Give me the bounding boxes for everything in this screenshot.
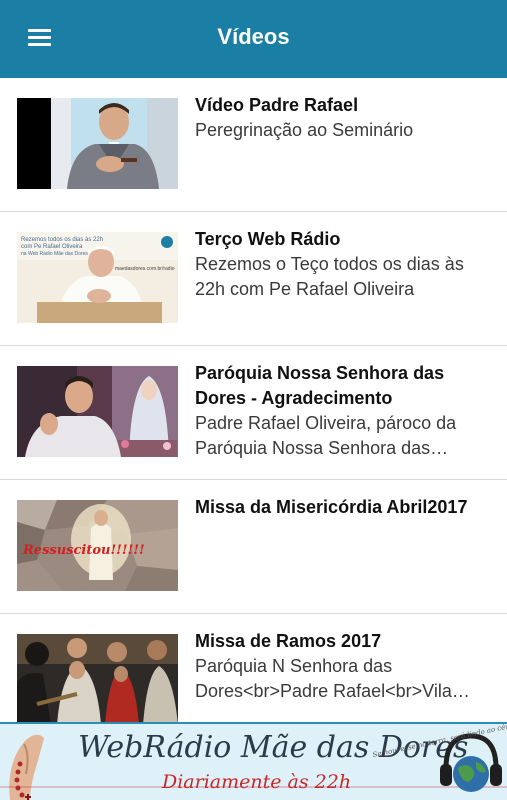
video-list-item[interactable]: Ressuscitou!!!!!! Missa da Misericórdia …	[0, 480, 507, 614]
video-title: Missa da Misericórdia Abril2017	[195, 497, 468, 517]
resurrection-thumbnail[interactable]: Ressuscitou!!!!!!	[17, 500, 178, 591]
video-title: Paróquia Nossa Senhora das Dores - Agrad…	[195, 363, 445, 408]
video-list-item[interactable]: Paróquia Nossa Senhora das Dores - Agrad…	[0, 346, 507, 480]
app-bar: Vídeos	[0, 0, 507, 78]
rosary-hands-icon	[0, 724, 70, 800]
video-title: Vídeo Padre Rafael	[195, 95, 359, 115]
banner-subtitle: Diariamente às 22h	[162, 771, 352, 793]
pope-praying-thumbnail[interactable]: Rezemos todos os dias às 22h com Pe Rafa…	[17, 232, 178, 323]
svg-text:na Web Rádio Mãe das Dores: na Web Rádio Mãe das Dores	[21, 251, 88, 257]
banner-divider	[0, 786, 507, 788]
video-title: Missa de Ramos 2017	[195, 631, 382, 651]
svg-text:Rezemos todos os dias às 22h: Rezemos todos os dias às 22h	[21, 237, 103, 243]
ad-banner[interactable]: WebRádio Mãe das Dores Diariamente às 22…	[0, 722, 507, 800]
priest-with-statue-thumbnail[interactable]	[17, 366, 178, 457]
svg-text:com Pe Rafael Oliveira: com Pe Rafael Oliveira	[21, 244, 83, 250]
video-description: Paróquia N Senhora das Dores<br>Padre Ra…	[195, 656, 470, 701]
video-list-item[interactable]: Missa de Ramos 2017 Paróquia N Senhora d…	[0, 614, 507, 722]
video-list-item[interactable]: Rezemos todos os dias às 22h com Pe Rafa…	[0, 212, 507, 346]
video-description: Padre Rafael Oliveira, pároco da Paróqui…	[195, 413, 457, 458]
video-list[interactable]: Vídeo Padre Rafael Peregrinação ao Semin…	[0, 78, 507, 722]
video-description: Rezemos o Teço todos os dias às 22h com …	[195, 254, 464, 299]
svg-text:Ressuscitou!!!!!!: Ressuscitou!!!!!!	[22, 543, 145, 558]
video-title: Terço Web Rádio	[195, 229, 341, 249]
priest-portrait-thumbnail[interactable]	[17, 98, 178, 189]
svg-text:maedasdores.com.br/radio: maedasdores.com.br/radio	[115, 266, 175, 272]
video-description: Peregrinação ao Seminário	[195, 120, 414, 140]
video-list-item[interactable]: Vídeo Padre Rafael Peregrinação ao Semin…	[0, 78, 507, 212]
choir-band-thumbnail[interactable]	[17, 634, 178, 722]
page-title: Vídeos	[217, 24, 290, 49]
